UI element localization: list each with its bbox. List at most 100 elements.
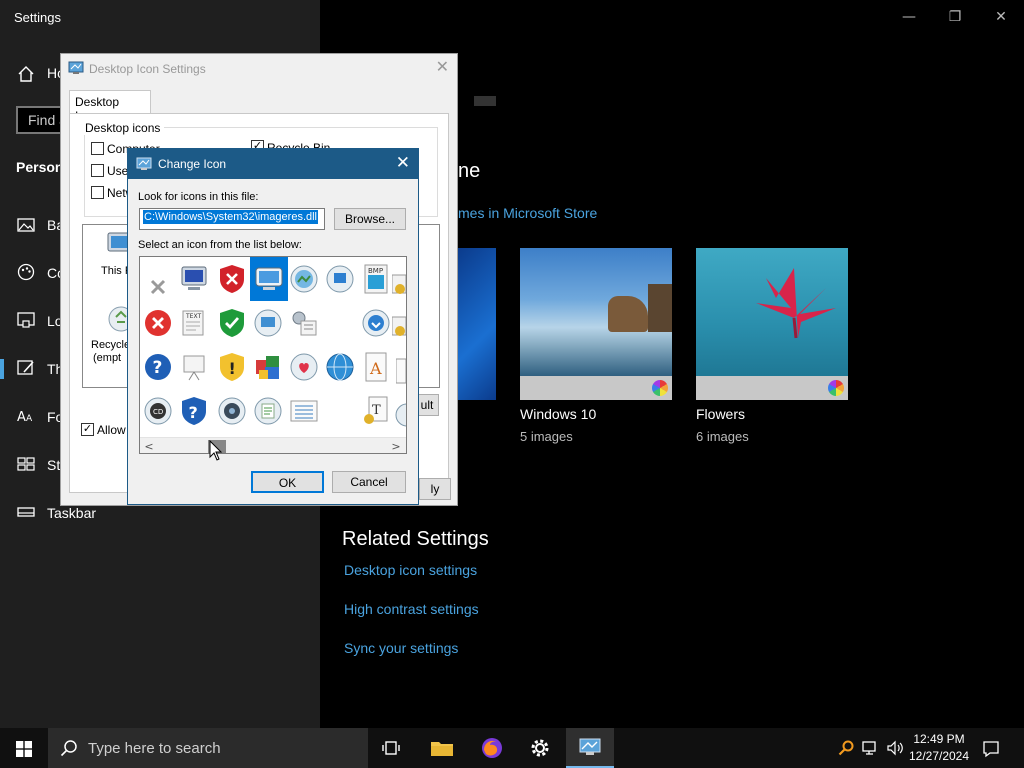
icon-option[interactable]	[250, 301, 286, 345]
file-path-input[interactable]: C:\Windows\System32\imageres.dll	[139, 208, 325, 230]
icon-option[interactable]	[250, 345, 286, 389]
section-header: Person	[16, 159, 64, 175]
certificate-icon	[392, 274, 406, 294]
sync-settings-link[interactable]: Sync your settings	[344, 640, 458, 656]
shield-check-icon	[220, 309, 244, 337]
icon-option[interactable]	[176, 345, 212, 389]
cancel-button[interactable]: Cancel	[332, 471, 406, 493]
icon-option[interactable]	[358, 301, 394, 345]
icon-label-recycle-bin: Recycle	[91, 339, 131, 351]
search-highlight-icon[interactable]	[838, 740, 854, 756]
close-button[interactable]: ✕	[436, 57, 449, 76]
high-contrast-settings-link[interactable]: High contrast settings	[344, 601, 479, 617]
certificate-icon	[392, 316, 406, 336]
display-settings-icon	[579, 738, 601, 755]
task-view-button[interactable]	[368, 728, 416, 768]
theme-thumbnail-partial[interactable]	[458, 248, 496, 400]
ok-button[interactable]: OK	[251, 471, 324, 493]
volume-icon[interactable]	[886, 740, 904, 756]
search-placeholder: Type here to search	[88, 740, 221, 757]
firefox-icon	[482, 738, 502, 758]
icon-option[interactable]	[286, 389, 322, 433]
palette-icon	[17, 263, 35, 281]
theme-card-windows10[interactable]	[520, 248, 672, 400]
allow-themes-checkbox[interactable]: ✓	[81, 423, 94, 436]
programs-icon	[256, 356, 279, 379]
icon-option[interactable]: A	[358, 345, 394, 389]
icon-option[interactable]	[286, 345, 322, 389]
clock-time[interactable]: 12:49 PM	[908, 732, 970, 746]
lock-screen-icon	[17, 312, 35, 328]
desktop-icon-settings-link[interactable]: Desktop icon settings	[344, 562, 477, 578]
icon-option[interactable]	[322, 257, 358, 301]
file-explorer-button[interactable]	[418, 728, 466, 768]
clock-date[interactable]: 12/27/2024	[906, 749, 972, 763]
scroll-left-arrow[interactable]: <	[141, 439, 157, 453]
icon-option[interactable]	[214, 389, 250, 433]
svg-text:A: A	[17, 410, 26, 425]
scroll-right-arrow[interactable]: >	[388, 439, 404, 453]
browse-button[interactable]: Browse...	[334, 208, 406, 230]
disc-icon	[395, 403, 406, 427]
icon-option[interactable]: ?	[176, 389, 212, 433]
store-link[interactable]: mes in Microsoft Store	[458, 205, 597, 221]
close-button[interactable]: ✕	[396, 153, 410, 173]
firefox-button[interactable]	[468, 728, 516, 768]
icon-option[interactable]	[214, 301, 250, 345]
group-label: Desktop icons	[81, 121, 165, 135]
icon-option[interactable]: T	[358, 389, 394, 433]
themes-icon	[17, 360, 34, 375]
icon-option[interactable]	[390, 305, 406, 349]
icon-option[interactable]: !	[214, 345, 250, 389]
icon-option[interactable]	[286, 257, 322, 301]
tab-desktop-icons[interactable]: Desktop Icons	[69, 90, 151, 123]
icon-option[interactable]: BMP	[358, 257, 394, 301]
settings-taskbar-button[interactable]	[516, 728, 564, 768]
minimize-button[interactable]: —	[886, 6, 932, 28]
icon-option[interactable]: ?	[140, 345, 176, 389]
horizontal-scrollbar[interactable]: < >	[140, 437, 406, 453]
network-globe-icon	[326, 353, 354, 381]
user-files-checkbox[interactable]	[91, 164, 104, 177]
settings-gear-list-icon	[292, 311, 317, 336]
icon-option[interactable]	[286, 301, 322, 345]
fonts-icon: AA	[17, 410, 33, 425]
nav-item-taskbar[interactable]: Taskbar	[47, 505, 96, 521]
svg-text:A: A	[369, 359, 382, 378]
apply-button[interactable]: ly	[419, 478, 451, 500]
color-palette-icon	[652, 380, 668, 396]
text-document-icon: TEXT	[182, 310, 204, 336]
computer-checkbox[interactable]	[91, 142, 104, 155]
shield-warning-icon: !	[220, 353, 244, 381]
restore-button[interactable]: ❐	[932, 6, 978, 28]
documents-disc-icon	[254, 397, 282, 425]
svg-text:TEXT: TEXT	[185, 313, 201, 320]
webcam-disc-icon	[218, 397, 246, 425]
folder-icon	[431, 742, 453, 756]
icon-option[interactable]	[176, 257, 212, 301]
icon-option[interactable]	[140, 301, 176, 345]
theme-card-flowers[interactable]	[696, 248, 848, 400]
presentation-icon	[183, 355, 205, 381]
desktop-icon-settings-icon	[68, 61, 84, 74]
svg-text:?: ?	[153, 358, 163, 378]
bmp-file-icon: BMP	[364, 264, 388, 294]
taskbar-search-box[interactable]: Type here to search	[48, 728, 368, 768]
icon-list[interactable]: BMP TEXT ? ! A CD ? T < >	[139, 256, 407, 454]
close-button[interactable]: ✕	[978, 6, 1024, 28]
start-button[interactable]	[0, 728, 48, 768]
network-icon[interactable]	[862, 740, 880, 756]
desktop-icon-settings-taskbar-button[interactable]	[566, 728, 614, 768]
icon-option[interactable]	[250, 389, 286, 433]
notification-icon[interactable]	[982, 740, 1000, 758]
network-checkbox[interactable]	[91, 186, 104, 199]
related-settings-heading: Related Settings	[342, 528, 489, 550]
icon-option[interactable]	[214, 257, 250, 301]
document-icon	[396, 358, 406, 384]
icon-option[interactable]	[322, 345, 358, 389]
icon-option[interactable]: CD	[140, 389, 176, 433]
icon-option[interactable]: TEXT	[176, 301, 212, 345]
icon-option[interactable]	[394, 349, 406, 393]
icon-option-selected[interactable]	[250, 257, 288, 301]
icon-option[interactable]	[394, 393, 406, 437]
